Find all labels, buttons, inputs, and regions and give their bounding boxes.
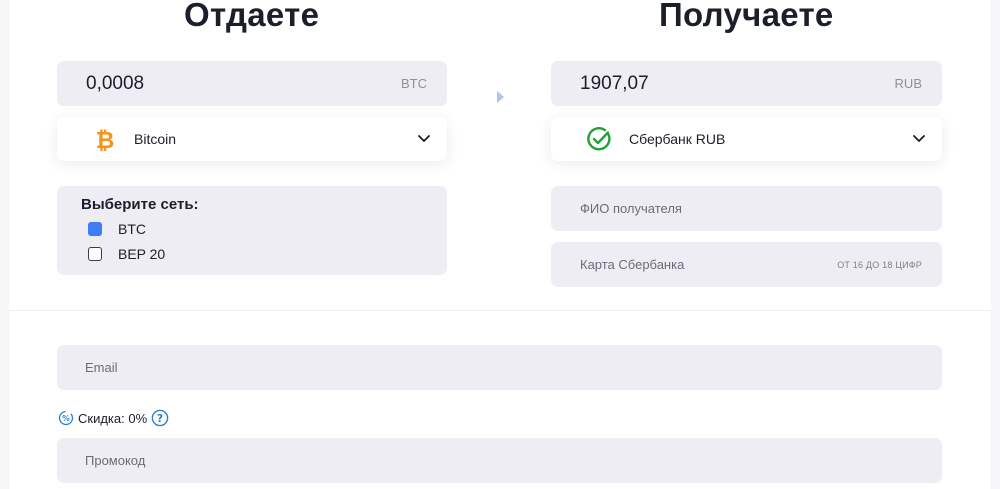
receive-amount-value: 1907,07	[580, 72, 649, 94]
network-option-label: BEP 20	[118, 246, 166, 262]
card-number-input[interactable]: Карта Сбербанка ОТ 16 ДО 18 ЦИФР	[551, 242, 942, 287]
network-checkbox-bep20[interactable]	[88, 247, 102, 261]
email-input[interactable]: Email	[57, 345, 942, 390]
discount-row: % Скидка: 0% ?	[58, 409, 169, 427]
give-title: Отдаете	[184, 0, 320, 33]
chevron-down-icon	[913, 135, 925, 142]
network-option-label: BTC	[118, 221, 146, 237]
network-title: Выберите сеть:	[81, 196, 199, 213]
give-coin-label: Bitcoin	[134, 131, 177, 147]
network-option-btc[interactable]: BTC	[88, 221, 146, 237]
network-checkbox-btc[interactable]	[88, 222, 102, 236]
give-amount-value: 0,0008	[86, 72, 145, 94]
svg-text:%: %	[62, 414, 70, 423]
sberbank-icon	[587, 127, 611, 151]
email-placeholder: Email	[85, 360, 118, 375]
give-amount-field[interactable]: 0,0008 BTC	[57, 61, 447, 106]
chevron-down-icon	[418, 135, 430, 142]
recipient-name-placeholder: ФИО получателя	[580, 201, 682, 216]
card-number-placeholder: Карта Сбербанка	[580, 257, 685, 272]
receive-bank-select[interactable]: Сбербанк RUB	[551, 117, 942, 161]
promo-code-placeholder: Промокод	[85, 453, 146, 468]
receive-bank-label: Сбербанк RUB	[629, 131, 726, 147]
direction-arrow-icon	[497, 91, 504, 103]
bitcoin-icon: ₿	[96, 128, 115, 152]
discount-percent-icon: %	[58, 410, 74, 426]
svg-text:₿: ₿	[96, 128, 115, 152]
receive-title: Получаете	[659, 0, 834, 33]
give-coin-select[interactable]: ₿ Bitcoin	[57, 117, 447, 161]
section-divider	[9, 310, 991, 311]
give-currency-label: BTC	[401, 76, 427, 91]
help-question-icon[interactable]: ?	[151, 409, 169, 427]
svg-text:?: ?	[157, 412, 163, 425]
card-number-hint: ОТ 16 ДО 18 ЦИФР	[837, 259, 922, 270]
network-selector: Выберите сеть: BTC BEP 20	[57, 186, 447, 275]
receive-amount-field[interactable]: 1907,07 RUB	[551, 61, 942, 106]
promo-code-input[interactable]: Промокод	[57, 438, 942, 483]
discount-label: Скидка: 0%	[78, 410, 148, 426]
receive-currency-label: RUB	[894, 76, 922, 91]
recipient-name-input[interactable]: ФИО получателя	[551, 186, 942, 231]
network-option-bep20[interactable]: BEP 20	[88, 246, 165, 262]
